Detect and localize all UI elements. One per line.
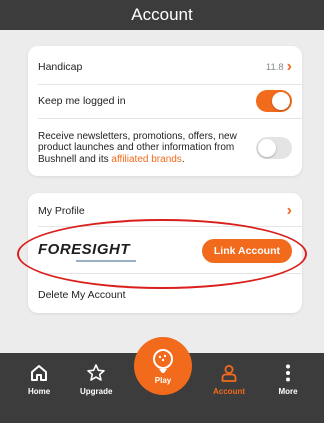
foresight-row: FORESIGHT Link Account [38,237,292,265]
home-icon [31,365,48,381]
nav-upgrade-label: Upgrade [80,387,113,396]
star-icon [87,364,106,381]
chevron-right-icon: › [286,58,292,75]
newsletter-toggle[interactable] [256,137,292,159]
page-header: Account [0,0,324,30]
play-label: Play [154,375,172,385]
handicap-value-group[interactable]: 11.8 › [266,59,292,75]
nav-upgrade[interactable]: Upgrade [80,363,112,396]
nav-home[interactable]: Home [28,363,50,396]
divider [38,273,302,274]
newsletter-period: . [181,153,185,165]
nav-more[interactable]: More [278,363,298,396]
profile-card: My Profile › FORESIGHT Link Account Dele… [28,193,302,313]
delete-account-label: Delete My Account [38,289,126,301]
nav-account-label: Account [213,387,245,396]
handicap-row[interactable]: Handicap 11.8 › [38,56,292,78]
chevron-right-icon: › [286,202,292,219]
foresight-logo-text: FORESIGHT [38,240,131,258]
toggle-knob [272,92,290,110]
divider [38,84,302,85]
nav-more-label: More [278,387,298,396]
person-icon [221,365,237,382]
divider [38,226,302,227]
handicap-label: Handicap [38,61,83,73]
nav-account[interactable]: Account [213,363,245,396]
handicap-value: 11.8 [265,61,284,73]
nav-home-label: Home [28,387,51,396]
foresight-logo-underline [76,259,136,262]
keep-logged-in-toggle[interactable] [256,90,292,112]
settings-card: Handicap 11.8 › Keep me logged in Receiv… [28,46,302,176]
link-account-button[interactable]: Link Account [201,239,292,263]
delete-account-row[interactable]: Delete My Account [38,285,292,305]
my-profile-label: My Profile [38,205,85,217]
divider [38,118,302,119]
toggle-knob [258,139,276,157]
my-profile-row[interactable]: My Profile › [38,201,292,221]
affiliated-brands-link[interactable]: affiliated brands [111,154,181,165]
page-title: Account [131,5,193,24]
more-vertical-icon [286,364,290,382]
keep-logged-in-row: Keep me logged in [38,90,292,112]
play-button[interactable]: Play [134,337,192,395]
golf-ball-icon [153,348,173,373]
foresight-logo: FORESIGHT [38,241,136,262]
newsletter-row: Receive newsletters, promotions, offers,… [38,125,292,171]
keep-logged-in-label: Keep me logged in [38,95,126,107]
newsletter-text: Receive newsletters, promotions, offers,… [38,131,253,166]
